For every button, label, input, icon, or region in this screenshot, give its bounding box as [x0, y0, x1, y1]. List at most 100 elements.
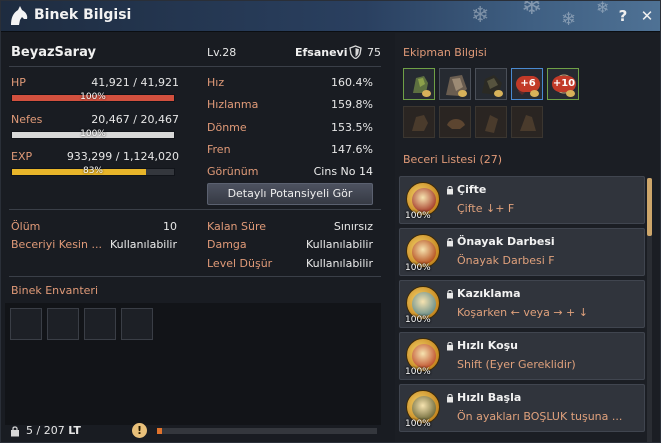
hp-percent: 100%	[80, 92, 106, 102]
costume-slot-headgear[interactable]	[403, 106, 435, 138]
close-button[interactable]: ✕	[637, 6, 657, 26]
divider	[9, 209, 381, 210]
window-title: Binek Bilgisi	[34, 7, 132, 23]
skill-item[interactable]: 100% Hızlı Başla Ön ayakları BOŞLUK tuşu…	[399, 384, 645, 432]
remaining-time-value: Sınırsız	[333, 220, 373, 233]
skill-name: Hızlı Başla	[457, 391, 522, 404]
saddle-icon	[482, 75, 502, 95]
brand-value: Kullanılabilir	[306, 238, 373, 251]
brake-row: Fren 147.6%	[207, 143, 373, 157]
equipment-slot-saddle[interactable]	[475, 68, 507, 100]
inventory-footer: 5 / 207 LT !	[1, 421, 391, 442]
level-down-value: Kullanılabilir	[306, 257, 373, 270]
speed-value: 160.4%	[331, 76, 373, 89]
mount-name: BeyazSaray	[11, 45, 96, 60]
costume-slot-saddle[interactable]	[475, 106, 507, 138]
hp-stat: HP 41,921 / 41,921	[11, 76, 179, 90]
skill-icon: 100%	[405, 234, 440, 273]
level-down-row: Level Düşür Kullanılabilir	[207, 257, 373, 271]
hp-bar: 100%	[11, 92, 175, 102]
weight-icon	[11, 426, 19, 437]
costume-slot-stirrups[interactable]	[511, 106, 543, 138]
skill-cut-value: Kullanılabilir	[110, 238, 177, 251]
skill-item[interactable]: 100% Çifte Çifte ↓+ F	[399, 176, 645, 224]
appearance-value: Cins No 14	[313, 165, 373, 178]
equipment-slot-armor[interactable]	[439, 68, 471, 100]
skill-item[interactable]: 100% Önayak Darbesi Önayak Darbesi F	[399, 228, 645, 276]
inventory-slot[interactable]	[47, 308, 79, 340]
snowflake-icon: ❄	[471, 3, 490, 28]
mount-info-window: Binek Bilgisi ❄ ❄ ❄ ❄ ? ✕ BeyazSaray Lv.…	[0, 0, 661, 443]
hp-label: HP	[11, 76, 26, 89]
skill-icon: 100%	[405, 286, 440, 325]
divider	[9, 276, 381, 277]
weight-bar-fill	[157, 428, 163, 434]
brake-value: 147.6%	[331, 143, 373, 156]
snowflake-icon: ❄	[521, 0, 543, 21]
acceleration-row: Hızlanma 159.8%	[207, 98, 373, 112]
lock-icon	[447, 290, 453, 299]
brake-label: Fren	[207, 143, 231, 156]
inventory-title: Binek Envanteri	[11, 284, 99, 297]
mount-stats-panel: BeyazSaray Lv.28 Efsanevi 75 HP 41,921 /…	[1, 33, 391, 442]
skill-name: Hızlı Koşu	[457, 339, 519, 352]
level-down-label: Level Düşür	[207, 257, 273, 270]
helmet-icon	[413, 76, 428, 93]
equipment-slot-horseshoe[interactable]: +10	[547, 68, 579, 100]
exp-bar: 83%	[11, 166, 175, 176]
stirrups-silhouette-icon	[520, 115, 536, 131]
skill-list-scrollbar[interactable]	[647, 178, 652, 442]
death-label: Ölüm	[11, 220, 41, 233]
costume-slot-armor[interactable]	[439, 106, 471, 138]
lock-icon	[447, 238, 453, 247]
skill-command: Önayak Darbesi F	[457, 254, 555, 267]
exp-value: 933,299 / 1,124,020	[66, 150, 179, 163]
skill-mastery: 100%	[405, 419, 431, 429]
title-bar[interactable]: Binek Bilgisi ❄ ❄ ❄ ❄ ? ✕	[1, 0, 660, 32]
skill-command: Shift (Eyer Gereklidir)	[457, 358, 576, 371]
skill-command: Koşarken ← veya → + ↓	[457, 306, 588, 319]
acceleration-label: Hızlanma	[207, 98, 259, 111]
scrollbar-thumb[interactable]	[647, 178, 652, 236]
exp-percent: 83%	[82, 166, 103, 176]
quick-start-icon	[412, 396, 436, 420]
skill-cut-row: Beceriyi Kesin ... Kullanılabilir	[11, 238, 177, 252]
snowflake-icon: ❄	[596, 0, 610, 17]
skill-mastery: 100%	[405, 367, 431, 377]
inventory-slot[interactable]	[10, 308, 42, 340]
stamina-label: Nefes	[11, 113, 43, 126]
grade-value: 75	[367, 46, 381, 59]
rearing-icon	[412, 292, 436, 316]
armor-icon	[446, 75, 467, 96]
exp-stat: EXP 933,299 / 1,124,020	[11, 150, 179, 164]
coin-icon	[530, 90, 539, 97]
inventory-slot[interactable]	[121, 308, 153, 340]
skill-list-title: Beceri Listesi (27)	[403, 153, 503, 166]
equipment-slot-headgear[interactable]	[403, 68, 435, 100]
acceleration-value: 159.8%	[331, 98, 373, 111]
skill-item[interactable]: 100% Hızlı Koşu Shift (Eyer Gereklidir)	[399, 332, 645, 380]
lock-icon	[447, 342, 453, 351]
view-potential-button[interactable]: Detaylı Potansiyeli Gör	[207, 183, 373, 205]
skill-name: Çifte	[457, 183, 487, 196]
speed-label: Hız	[207, 76, 225, 89]
coin-icon	[566, 90, 575, 97]
stamina-percent: 100%	[80, 129, 106, 139]
divider	[9, 66, 381, 67]
inventory-slot[interactable]	[84, 308, 116, 340]
appearance-row: Görünüm Cins No 14	[207, 165, 373, 179]
saddle-silhouette-icon	[485, 115, 498, 133]
equipment-slot-stirrups[interactable]: +6	[511, 68, 543, 100]
skill-name: Kazıklama	[457, 287, 521, 300]
horse-kick-icon	[412, 188, 436, 212]
skill-icon: 100%	[405, 390, 440, 429]
warning-icon[interactable]: !	[132, 423, 147, 438]
skill-mastery: 100%	[405, 263, 431, 273]
mount-grade: Efsanevi	[295, 46, 348, 59]
speed-row: Hız 160.4%	[207, 76, 373, 90]
help-button[interactable]: ?	[613, 6, 633, 26]
skill-item[interactable]: 100% Kazıklama Koşarken ← veya → + ↓	[399, 280, 645, 328]
remaining-time-label: Kalan Süre	[207, 220, 267, 233]
turning-value: 153.5%	[331, 121, 373, 134]
brand-row: Damga Kullanılabilir	[207, 238, 373, 252]
